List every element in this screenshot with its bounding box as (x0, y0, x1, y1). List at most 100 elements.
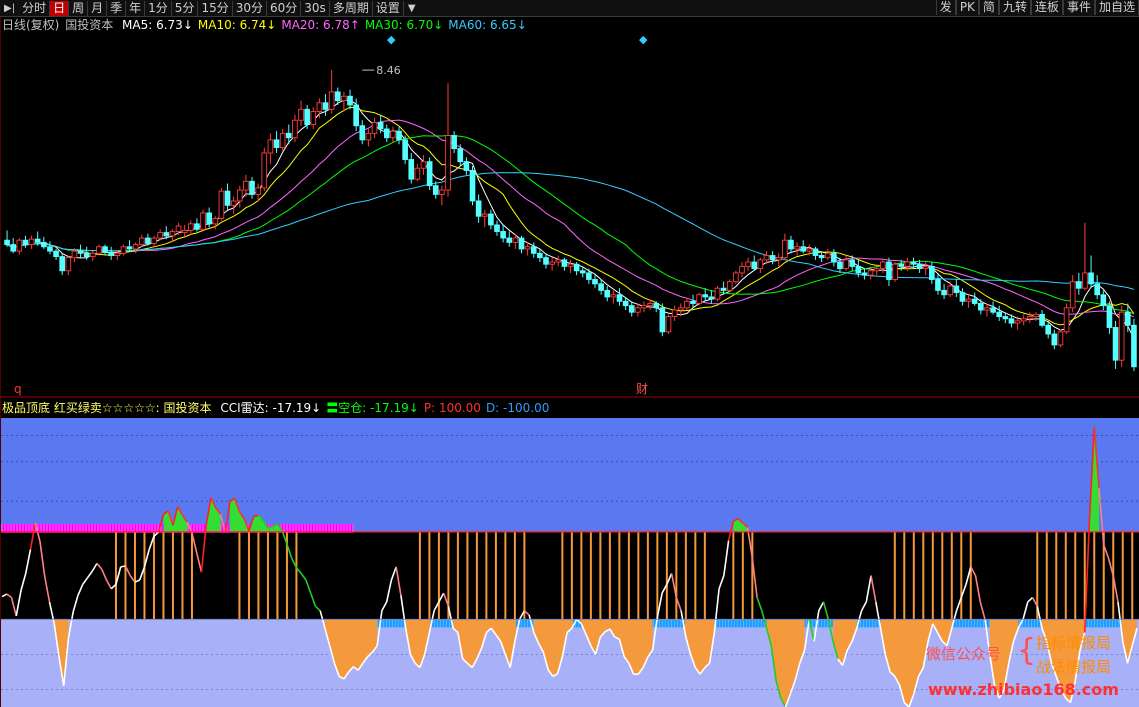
candle-body (10, 244, 16, 252)
candle-body (469, 169, 476, 202)
candle-body (194, 223, 200, 230)
candle-body (1094, 283, 1101, 296)
candle-body (665, 316, 672, 333)
candle-body (445, 135, 451, 191)
candle-body (837, 261, 843, 270)
candle-body (671, 309, 678, 318)
cci-segment (72, 595, 79, 612)
kline-chart[interactable]: 8.46 ◆ ◆ q 财 (0, 0, 1139, 707)
candle-body (500, 231, 506, 239)
candle-body (157, 232, 163, 239)
candle-body (677, 307, 684, 311)
event-diamond-icon: ◆ (639, 33, 648, 46)
cci-segment (77, 584, 84, 596)
candle-body (537, 252, 543, 259)
candle-body (463, 161, 470, 171)
candle-body (439, 189, 445, 195)
ma-line-MA5 (6, 99, 1135, 339)
candle-body (739, 265, 745, 274)
cci-segment (723, 540, 730, 576)
candle-body (1057, 331, 1064, 346)
candle-body (506, 237, 513, 243)
candle-body (598, 283, 604, 291)
candle-body (114, 252, 121, 256)
candle-body (451, 135, 457, 150)
candle-body (83, 252, 90, 258)
candle-body (89, 252, 96, 258)
candle-body (187, 223, 194, 231)
candle-body (138, 237, 145, 246)
candle-body (28, 238, 35, 246)
candle-body (1039, 313, 1045, 326)
candle-body (524, 246, 531, 250)
candle-body (34, 238, 41, 243)
cci-segment (6, 593, 12, 599)
candle-body (984, 307, 990, 311)
cci-segment (300, 572, 307, 581)
candle-body (1125, 311, 1131, 326)
candle-body (806, 248, 813, 252)
candle-body (616, 294, 623, 302)
candle-body (1063, 307, 1070, 333)
candle-body (365, 132, 372, 141)
candle-body (818, 255, 825, 259)
candle-body (488, 213, 494, 226)
candle-body (59, 256, 65, 272)
cci-segment (1027, 596, 1034, 603)
cci-segment (195, 552, 203, 573)
candle-body (892, 263, 898, 280)
watermark-url[interactable]: www.zhibiao168.com (928, 680, 1119, 699)
candle-body (530, 246, 537, 254)
cci-segment (20, 573, 27, 591)
candle-body (628, 305, 635, 313)
cci-segment (120, 565, 126, 568)
candle-body (592, 279, 598, 285)
candle-body (1014, 320, 1021, 324)
candle-body (953, 285, 960, 294)
candle-body (659, 307, 666, 333)
cci-segment (865, 575, 872, 603)
candle-body (696, 294, 702, 304)
cci-segment (718, 575, 725, 590)
candle-body (396, 130, 402, 141)
candle-body (1112, 327, 1119, 361)
candle-body (1088, 272, 1094, 285)
candle-body (720, 287, 727, 291)
ma-line-MA20 (6, 119, 1135, 318)
candle-body (886, 261, 892, 280)
candle-body (690, 300, 696, 304)
cci-segment (91, 562, 98, 572)
candle-body (824, 252, 831, 259)
cci-segment (1022, 601, 1029, 620)
candle-body (947, 285, 954, 296)
candle-body (1100, 294, 1107, 307)
candle-body (708, 296, 715, 300)
candle-body (726, 281, 733, 291)
candle-body (990, 307, 996, 313)
watermark-line2: 战法情报局 (1036, 658, 1112, 676)
candle-body (200, 212, 206, 230)
cci-segment (86, 570, 93, 579)
cci-segment (979, 601, 986, 620)
candle-body (567, 263, 574, 267)
cci-segment (82, 577, 89, 585)
candle-body (175, 225, 182, 232)
cci-segment (105, 579, 112, 590)
candle-body (371, 121, 378, 134)
candle-body (249, 180, 255, 195)
candle-body (457, 148, 464, 163)
cai-marker: 财 (636, 382, 648, 396)
candle-body (757, 259, 764, 270)
candle-body (610, 294, 617, 298)
candle-body (310, 111, 317, 126)
candle-body (475, 200, 482, 217)
candle-body (775, 257, 782, 261)
candle-body (273, 139, 280, 148)
cci-segment (309, 592, 317, 607)
candle-body (800, 246, 807, 252)
candle-body (1002, 316, 1009, 320)
candle-body (47, 246, 53, 252)
cci-segment (860, 601, 868, 612)
candle-body (212, 217, 219, 225)
candle-body (236, 189, 243, 202)
